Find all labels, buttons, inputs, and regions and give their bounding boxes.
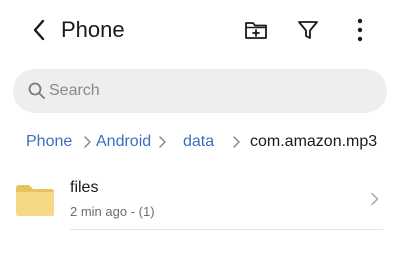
folder-plus-icon (245, 22, 267, 39)
file-name: files (70, 179, 99, 196)
more-vertical-icon (357, 18, 363, 42)
chevron-right-icon (233, 136, 240, 148)
file-meta: 2 min ago - (1) (70, 204, 155, 219)
breadcrumb-item-current: com.amazon.mp3 (250, 133, 378, 150)
breadcrumb-item-android[interactable]: Android (96, 130, 151, 154)
chevron-right-icon (371, 192, 379, 206)
chevron-right-icon (159, 136, 166, 148)
search-icon (28, 82, 45, 99)
search-input[interactable] (49, 69, 369, 113)
file-browser-screen: Phone Phone (0, 0, 400, 267)
list-item[interactable]: files 2 min ago - (1) (0, 168, 400, 230)
page-title: Phone (61, 17, 125, 42)
breadcrumb-item-data[interactable]: data (183, 130, 214, 154)
chevron-left-icon (33, 19, 45, 41)
folder-icon (16, 185, 54, 216)
filter-button[interactable] (292, 14, 324, 46)
breadcrumb-item-phone[interactable]: Phone (26, 130, 72, 154)
back-button[interactable] (24, 15, 54, 45)
breadcrumb: Phone Android data com.amazon.mp3 (26, 130, 400, 154)
search-bar[interactable] (13, 69, 387, 113)
filter-icon (298, 21, 318, 39)
app-header: Phone (0, 0, 400, 60)
divider (70, 229, 383, 230)
new-folder-button[interactable] (240, 14, 272, 46)
more-options-button[interactable] (344, 14, 376, 46)
chevron-right-icon (84, 136, 91, 148)
